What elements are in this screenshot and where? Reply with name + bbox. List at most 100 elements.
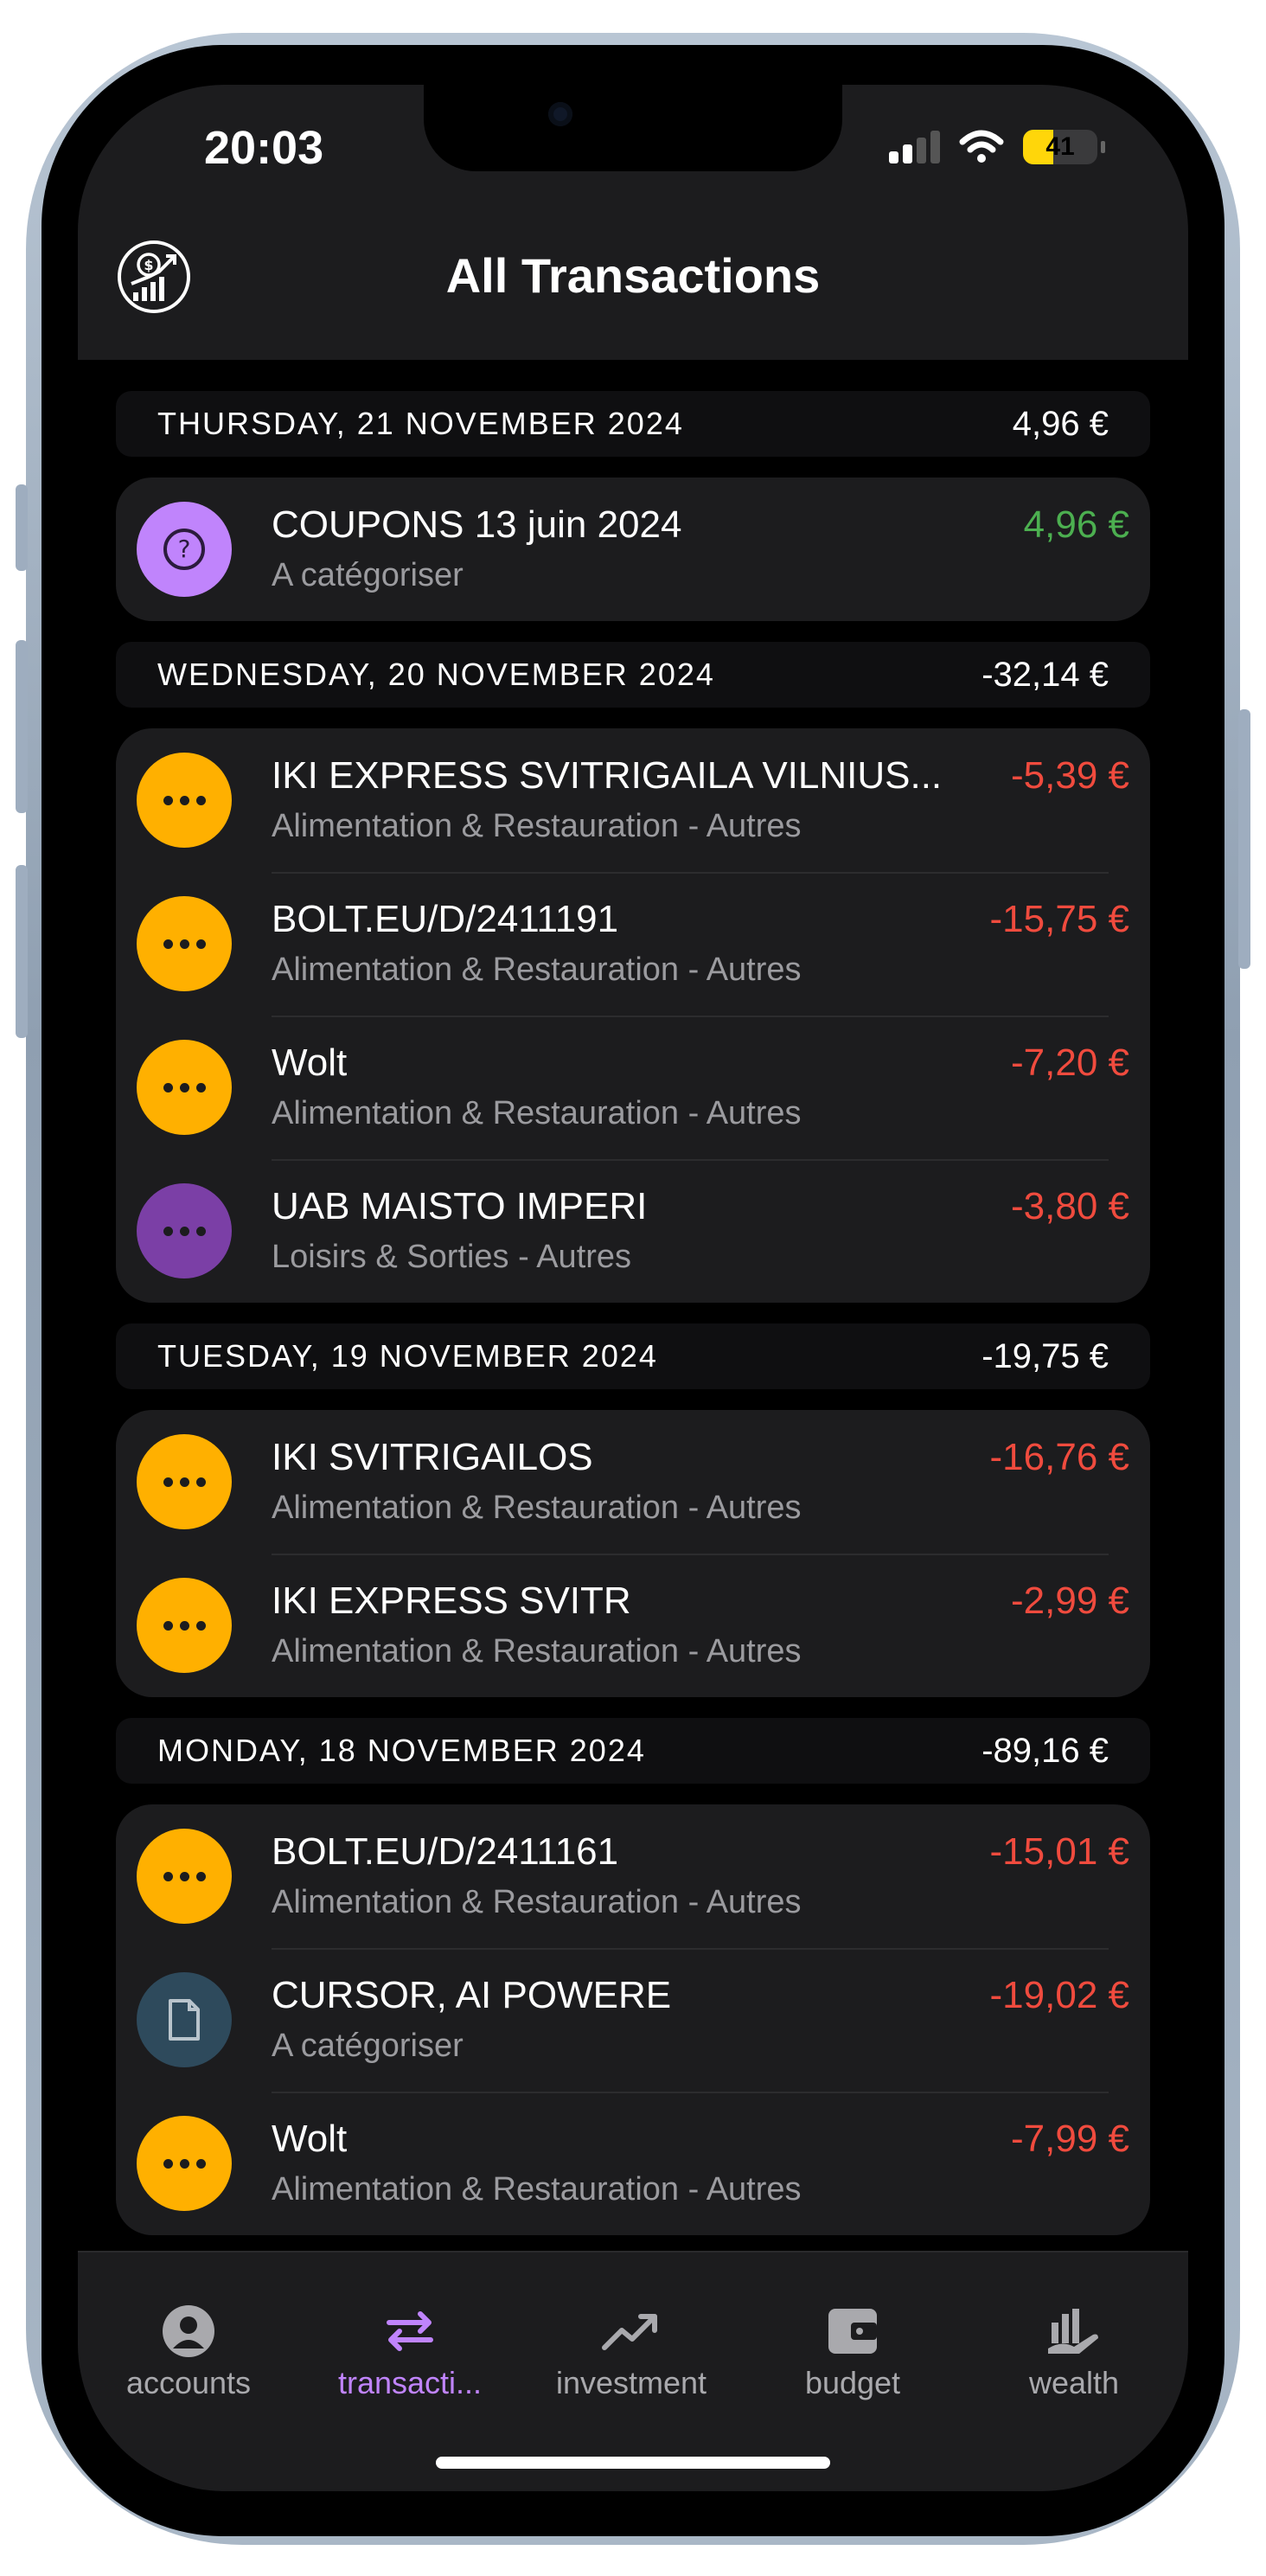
transaction-name: BOLT.EU/D/2411191 [272, 898, 619, 940]
tab-budget[interactable]: budget [742, 2301, 963, 2401]
tab-accounts[interactable]: accounts [78, 2301, 299, 2401]
front-camera [548, 102, 572, 126]
wifi-icon [959, 130, 1004, 163]
transaction-amount: 4,96 € [1023, 503, 1129, 546]
transaction-category: Alimentation & Restauration - Autres [272, 952, 802, 988]
tab-label: investment [555, 2365, 707, 2400]
battery-percent: 41 [1045, 132, 1075, 161]
more-dots-icon [137, 1578, 232, 1673]
more-dots-icon [137, 753, 232, 848]
day-total: 4,96 € [1012, 404, 1109, 443]
tab-label: wealth [1028, 2365, 1120, 2400]
transaction-category: Alimentation & Restauration - Autres [272, 808, 802, 844]
transaction-amount: -3,80 € [1011, 1185, 1129, 1227]
transaction-amount: -2,99 € [1011, 1580, 1129, 1622]
transaction-name: Wolt [272, 1041, 348, 1084]
date-header: THURSDAY, 21 NOVEMBER 2024 4,96 € [116, 391, 1150, 457]
tab-label: accounts [125, 2365, 252, 2400]
more-dots-icon [137, 1829, 232, 1924]
transaction-row[interactable]: Wolt Alimentation & Restauration - Autres… [116, 2092, 1150, 2235]
more-dots-icon [137, 896, 232, 991]
question-icon: ? [137, 502, 232, 597]
transaction-row[interactable]: Wolt Alimentation & Restauration - Autres… [116, 1016, 1150, 1159]
transaction-row[interactable]: BOLT.EU/D/2411191 Alimentation & Restaura… [116, 872, 1150, 1016]
transaction-amount: -5,39 € [1011, 754, 1129, 797]
document-icon [137, 1972, 232, 2067]
date-label: MONDAY, 18 NOVEMBER 2024 [157, 1733, 646, 1768]
transaction-category: Alimentation & Restauration - Autres [272, 2171, 802, 2208]
more-dots-icon [137, 1040, 232, 1135]
transaction-category: A catégoriser [272, 557, 464, 593]
date-label: WEDNESDAY, 20 NOVEMBER 2024 [157, 657, 715, 692]
home-indicator[interactable] [436, 2457, 830, 2469]
volume-down-button [16, 865, 28, 1038]
transaction-amount: -16,76 € [989, 1436, 1129, 1478]
transaction-group: IKI EXPRESS SVITRIGAILA VILNIUS... Alimen… [116, 728, 1150, 1303]
day-total: -89,16 € [981, 1731, 1109, 1770]
date-header: TUESDAY, 19 NOVEMBER 2024 -19,75 € [116, 1323, 1150, 1389]
chart-hand-icon [963, 2301, 1185, 2361]
battery-tip [1101, 141, 1105, 153]
transaction-row[interactable]: ? COUPONS 13 juin 2024 A catégoriser 4,96 € [116, 477, 1150, 621]
transaction-row[interactable]: IKI EXPRESS SVITRIGAILA VILNIUS... Alimen… [116, 728, 1150, 872]
transaction-group: BOLT.EU/D/2411161 Alimentation & Restaura… [116, 1804, 1150, 2235]
transaction-category: Alimentation & Restauration - Autres [272, 1884, 802, 1920]
cellular-signal-icon [889, 131, 940, 163]
mute-switch [16, 484, 28, 571]
status-time: 20:03 [204, 122, 324, 174]
transaction-category: Loisirs & Sorties - Autres [272, 1239, 632, 1275]
transaction-group: IKI SVITRIGAILOS Alimentation & Restaurat… [116, 1410, 1150, 1697]
tab-wealth[interactable]: wealth [963, 2301, 1185, 2401]
tab-bar: accounts transacti... investment budget weal… [78, 2251, 1188, 2491]
transaction-name: CURSOR, AI POWERE [272, 1974, 672, 2016]
wallet-icon [742, 2301, 963, 2361]
transaction-name: BOLT.EU/D/2411161 [272, 1830, 619, 1873]
person-circle-icon [78, 2301, 299, 2361]
tab-transacti[interactable]: transacti... [299, 2301, 521, 2401]
transaction-row[interactable]: IKI EXPRESS SVITR Alimentation & Restaura… [116, 1554, 1150, 1697]
swap-arrows-icon [299, 2301, 521, 2361]
transaction-amount: -7,99 € [1011, 2118, 1129, 2160]
transaction-amount: -7,20 € [1011, 1041, 1129, 1084]
svg-text:?: ? [178, 535, 191, 563]
transaction-name: Wolt [272, 2118, 348, 2160]
status-icons: 41 [889, 130, 1105, 164]
day-total: -19,75 € [981, 1336, 1109, 1375]
transaction-name: UAB MAISTO IMPERI [272, 1185, 648, 1227]
transaction-row[interactable]: CURSOR, AI POWERE A catégoriser -19,02 € [116, 1948, 1150, 2092]
page-title: All Transactions [445, 248, 821, 303]
tab-label: budget [804, 2365, 901, 2400]
more-dots-icon [137, 1434, 232, 1529]
transaction-category: Alimentation & Restauration - Autres [272, 1095, 802, 1131]
phone-screen: 20:03 41 $ All Transactions THURSDAY, 21… [78, 85, 1188, 2491]
dynamic-island [424, 85, 842, 171]
transaction-name: COUPONS 13 juin 2024 [272, 503, 682, 546]
date-header: MONDAY, 18 NOVEMBER 2024 -89,16 € [116, 1718, 1150, 1784]
tab-label: transacti... [337, 2365, 483, 2400]
transaction-row[interactable]: BOLT.EU/D/2411161 Alimentation & Restaura… [116, 1804, 1150, 1948]
transaction-name: IKI SVITRIGAILOS [272, 1436, 593, 1478]
transaction-name: IKI EXPRESS SVITRIGAILA VILNIUS... [272, 754, 943, 797]
transaction-amount: -15,01 € [989, 1830, 1129, 1873]
more-dots-icon [137, 2116, 232, 2211]
tab-investment[interactable]: investment [521, 2301, 742, 2401]
top-bar: 20:03 41 $ All Transactions [78, 85, 1188, 360]
transaction-row[interactable]: IKI SVITRIGAILOS Alimentation & Restaurat… [116, 1410, 1150, 1554]
transaction-category: A catégoriser [272, 2028, 464, 2064]
transaction-category: Alimentation & Restauration - Autres [272, 1633, 802, 1669]
transaction-amount: -19,02 € [989, 1974, 1129, 2016]
date-label: TUESDAY, 19 NOVEMBER 2024 [157, 1338, 658, 1374]
date-header: WEDNESDAY, 20 NOVEMBER 2024 -32,14 € [116, 642, 1150, 708]
volume-up-button [16, 640, 28, 813]
battery-icon: 41 [1023, 130, 1097, 164]
date-label: THURSDAY, 21 NOVEMBER 2024 [157, 406, 684, 441]
transaction-row[interactable]: UAB MAISTO IMPERI Loisirs & Sorties - Aut… [116, 1159, 1150, 1303]
transaction-amount: -15,75 € [989, 898, 1129, 940]
transaction-group: ? COUPONS 13 juin 2024 A catégoriser 4,96 € [116, 477, 1150, 621]
trend-up-icon [521, 2301, 742, 2361]
day-total: -32,14 € [981, 655, 1109, 694]
transaction-name: IKI EXPRESS SVITR [272, 1580, 631, 1622]
power-button [1238, 709, 1250, 969]
transaction-category: Alimentation & Restauration - Autres [272, 1490, 802, 1526]
more-dots-icon [137, 1183, 232, 1278]
